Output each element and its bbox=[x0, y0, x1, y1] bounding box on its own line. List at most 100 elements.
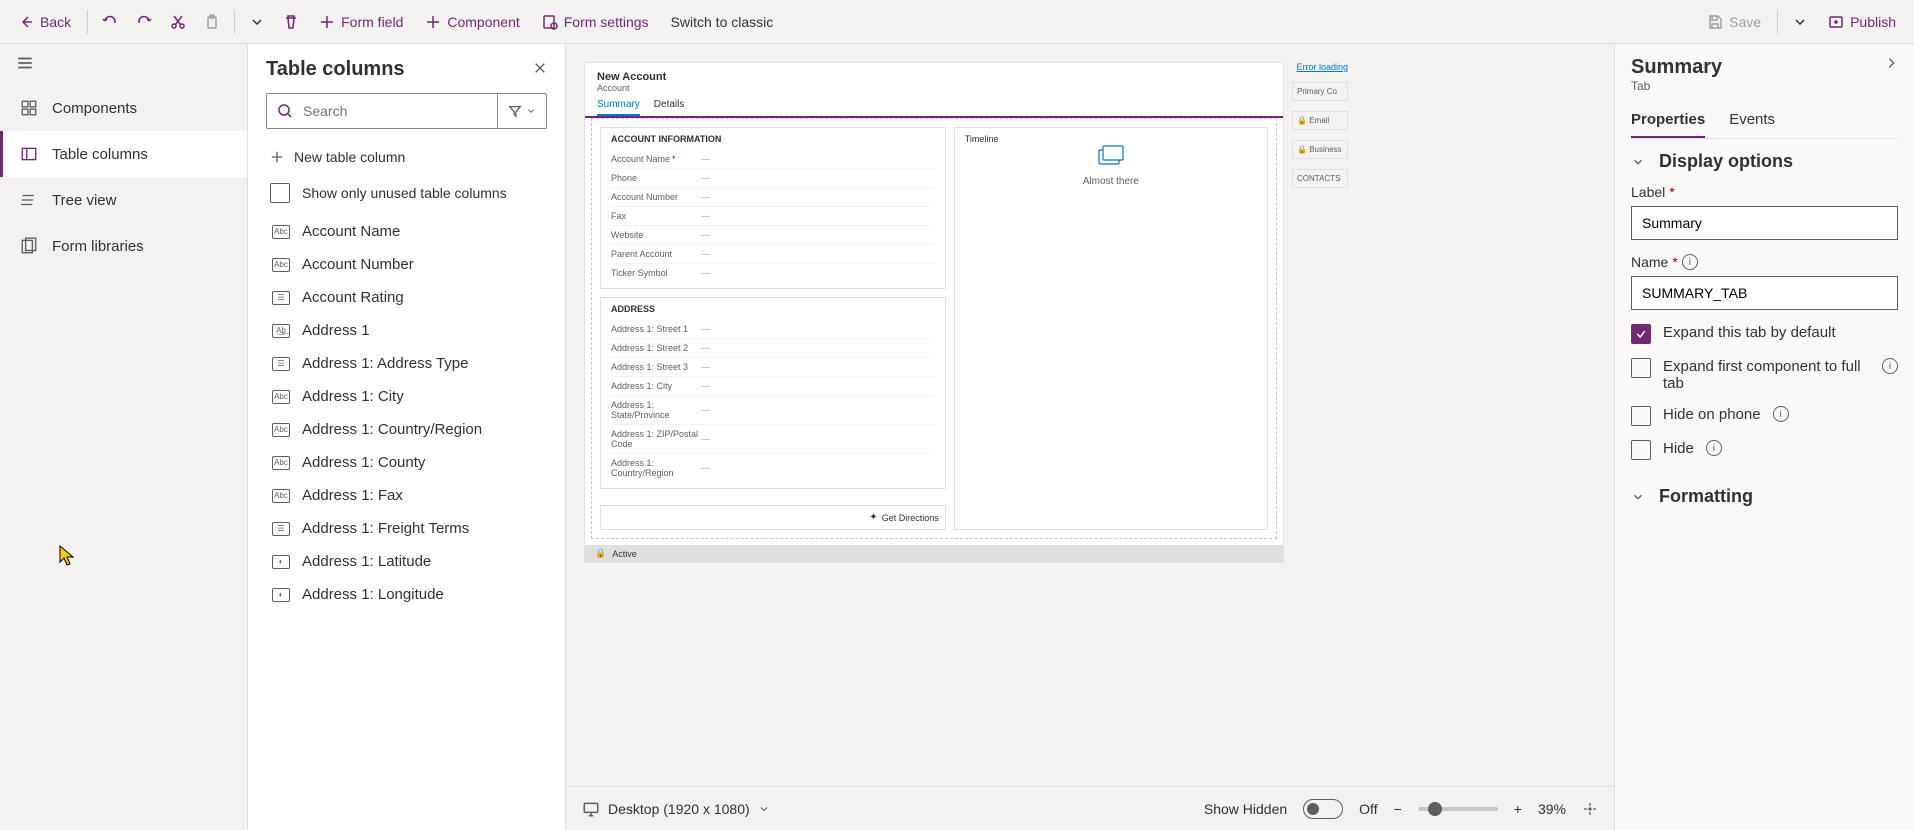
column-item[interactable]: AbcAddress 1: Fax bbox=[266, 479, 547, 512]
cut-button[interactable] bbox=[162, 8, 194, 36]
paste-button[interactable] bbox=[196, 8, 228, 36]
side-card[interactable]: Primary Co bbox=[1292, 82, 1348, 101]
section-address[interactable]: ADDRESS Address 1: Street 1---Address 1:… bbox=[600, 297, 946, 489]
form-field-row[interactable]: Address 1: Street 1--- bbox=[611, 320, 935, 339]
side-card[interactable]: CONTACTS bbox=[1292, 169, 1348, 188]
timeline-icon bbox=[1097, 144, 1125, 166]
tab-properties[interactable]: Properties bbox=[1631, 103, 1705, 138]
tab-events[interactable]: Events bbox=[1729, 103, 1775, 138]
section-timeline[interactable]: Timeline Almost there bbox=[954, 127, 1268, 530]
label-input[interactable] bbox=[1631, 206, 1898, 240]
switch-classic-button[interactable]: Switch to classic bbox=[661, 8, 784, 36]
column-item[interactable]: AbcAddress 1: County bbox=[266, 446, 547, 479]
form-field-row[interactable]: Address 1: Street 3--- bbox=[611, 358, 935, 377]
form-field-row[interactable]: Website--- bbox=[611, 226, 935, 245]
side-card[interactable]: 🔒 Business bbox=[1292, 140, 1348, 159]
save-icon bbox=[1707, 14, 1723, 30]
form-field-row[interactable]: Fax--- bbox=[611, 207, 935, 226]
redo-button[interactable] bbox=[128, 8, 160, 36]
close-panel-button[interactable] bbox=[533, 61, 547, 78]
field-type-icon: Abc bbox=[272, 390, 290, 404]
column-item-label: Address 1: City bbox=[302, 388, 404, 405]
field-value: --- bbox=[701, 405, 710, 415]
form-settings-button[interactable]: Form settings bbox=[532, 8, 659, 36]
form-field-row[interactable]: Address 1: Street 2--- bbox=[611, 339, 935, 358]
back-button[interactable]: Back bbox=[8, 8, 81, 36]
side-card[interactable]: 🔒 Email bbox=[1292, 111, 1348, 130]
fit-icon[interactable] bbox=[1582, 801, 1598, 817]
form-libraries-icon bbox=[20, 237, 38, 255]
hide-phone-checkbox[interactable] bbox=[1631, 406, 1651, 426]
expand-panel-button[interactable] bbox=[1884, 56, 1898, 73]
form-field-row[interactable]: Address 1: ZIP/Postal Code--- bbox=[611, 425, 935, 454]
column-item[interactable]: Abc Address 1: City bbox=[266, 380, 547, 413]
info-icon[interactable]: i bbox=[1882, 358, 1898, 374]
accordion-display-options[interactable]: Display options bbox=[1631, 139, 1898, 184]
form-field-row[interactable]: Address 1: Country/Region--- bbox=[611, 454, 935, 482]
form-field-row[interactable]: Account Number--- bbox=[611, 188, 935, 207]
paste-menu-button[interactable] bbox=[241, 8, 273, 36]
form-tab[interactable]: Details bbox=[654, 99, 685, 116]
save-menu-button[interactable] bbox=[1784, 8, 1816, 36]
column-item[interactable]: ☰Address 1: Address Type bbox=[266, 347, 547, 380]
component-button[interactable]: Component bbox=[415, 8, 529, 36]
hamburger-button[interactable] bbox=[0, 44, 247, 85]
redo-icon bbox=[136, 14, 152, 30]
error-loading-link[interactable]: Error loading bbox=[1296, 62, 1348, 72]
chevron-down-icon bbox=[1631, 155, 1645, 169]
switch-classic-label: Switch to classic bbox=[671, 14, 774, 30]
new-table-column-button[interactable]: New table column bbox=[266, 139, 547, 175]
zoom-out-button[interactable]: − bbox=[1394, 801, 1402, 817]
form-field-row[interactable]: Parent Account--- bbox=[611, 245, 935, 264]
column-item[interactable]: ☰Account Rating bbox=[266, 281, 547, 314]
info-icon[interactable]: i bbox=[1706, 440, 1722, 456]
form-field-row[interactable]: Account Name*--- bbox=[611, 150, 935, 169]
column-list[interactable]: AbcAccount NameAbcAccount Number☰Account… bbox=[266, 215, 547, 830]
accordion-formatting[interactable]: Formatting bbox=[1631, 474, 1898, 519]
nav-form-libraries[interactable]: Form libraries bbox=[0, 223, 247, 269]
info-icon[interactable]: i bbox=[1682, 254, 1698, 270]
show-hidden-toggle[interactable] bbox=[1303, 799, 1343, 819]
expand-first-checkbox[interactable] bbox=[1631, 358, 1651, 378]
info-icon[interactable]: i bbox=[1773, 406, 1789, 422]
field-type-icon: ◐ bbox=[272, 555, 290, 569]
column-item[interactable]: ◐Address 1: Latitude bbox=[266, 545, 547, 578]
search-input[interactable] bbox=[301, 102, 487, 120]
column-item[interactable]: AbcAccount Number bbox=[266, 248, 547, 281]
expand-default-checkbox[interactable] bbox=[1631, 324, 1651, 344]
zoom-slider[interactable] bbox=[1418, 807, 1498, 811]
column-item[interactable]: AbcAccount Name bbox=[266, 215, 547, 248]
field-label: Account Number bbox=[611, 192, 701, 202]
form-field-row[interactable]: Phone--- bbox=[611, 169, 935, 188]
zoom-in-button[interactable]: + bbox=[1514, 801, 1522, 817]
delete-button[interactable] bbox=[275, 8, 307, 36]
column-item[interactable]: A͟b͟Address 1 bbox=[266, 314, 547, 347]
save-button[interactable]: Save bbox=[1697, 8, 1771, 36]
field-value: --- bbox=[701, 192, 710, 202]
nav-table-columns[interactable]: Table columns bbox=[0, 131, 247, 177]
form-tab[interactable]: Summary bbox=[597, 99, 640, 116]
column-item-label: Address 1: Freight Terms bbox=[302, 520, 469, 537]
form-field-row[interactable]: Address 1: City--- bbox=[611, 377, 935, 396]
undo-button[interactable] bbox=[94, 8, 126, 36]
column-item[interactable]: ☰Address 1: Freight Terms bbox=[266, 512, 547, 545]
field-value: --- bbox=[701, 173, 710, 183]
nav-components[interactable]: Components bbox=[0, 85, 247, 131]
section-account-info[interactable]: ACCOUNT INFORMATION Account Name*---Phon… bbox=[600, 127, 946, 289]
form-canvas[interactable]: New Account Account SummaryDetails ACCOU… bbox=[584, 62, 1284, 563]
column-item[interactable]: ◐Address 1: Longitude bbox=[266, 578, 547, 611]
form-field-row[interactable]: Ticker Symbol--- bbox=[611, 264, 935, 282]
get-directions-button[interactable]: ✦ Get Directions bbox=[600, 505, 946, 530]
device-selector[interactable]: Desktop (1920 x 1080) bbox=[582, 800, 770, 818]
column-item[interactable]: AbcAddress 1: Country/Region bbox=[266, 413, 547, 446]
name-input[interactable] bbox=[1631, 276, 1898, 310]
form-field-row[interactable]: Address 1: State/Province--- bbox=[611, 396, 935, 425]
filter-button[interactable] bbox=[497, 94, 546, 128]
desktop-icon bbox=[582, 800, 600, 818]
nav-tree-view[interactable]: Tree view bbox=[0, 177, 247, 223]
form-field-button[interactable]: Form field bbox=[309, 8, 413, 36]
publish-button[interactable]: Publish bbox=[1818, 8, 1906, 36]
props-title: Summary bbox=[1631, 56, 1722, 79]
show-only-checkbox[interactable] bbox=[270, 183, 290, 203]
hide-checkbox[interactable] bbox=[1631, 440, 1651, 460]
